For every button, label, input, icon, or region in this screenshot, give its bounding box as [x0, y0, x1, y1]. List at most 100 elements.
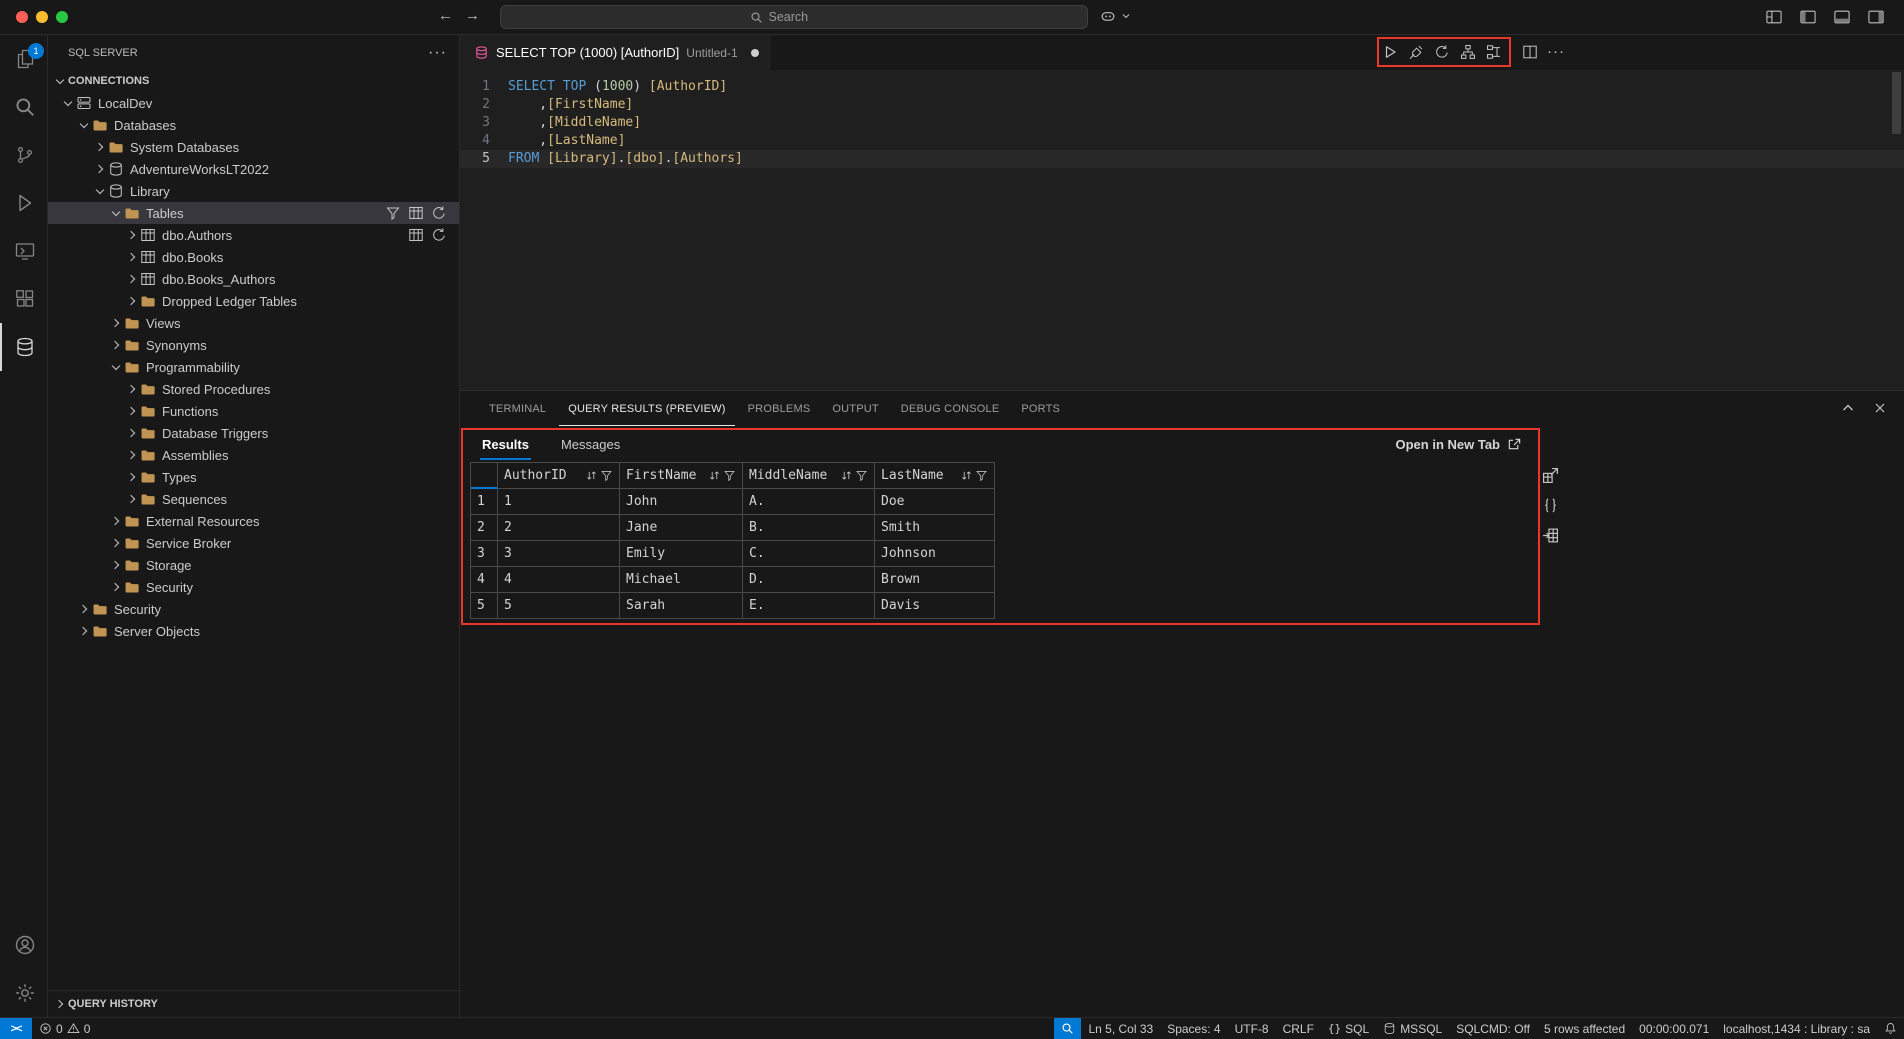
- tree-item-external-resources[interactable]: External Resources: [48, 510, 459, 532]
- results-tab[interactable]: Results: [480, 429, 531, 460]
- tree-item-views[interactable]: Views: [48, 312, 459, 334]
- maximize-window-button[interactable]: [56, 11, 68, 23]
- row-number[interactable]: 5: [471, 593, 498, 619]
- save-as-json-icon[interactable]: [1542, 497, 1559, 514]
- grid-cell[interactable]: 1: [498, 489, 620, 515]
- forward-icon[interactable]: →: [465, 7, 480, 24]
- row-number[interactable]: 4: [471, 567, 498, 593]
- tree-item-security-server[interactable]: Security: [48, 598, 459, 620]
- tree-item-adventureworkslt2022[interactable]: AdventureWorksLT2022: [48, 158, 459, 180]
- refresh-icon[interactable]: [431, 227, 447, 243]
- column-header-middlename[interactable]: MiddleName: [743, 463, 875, 489]
- activity-explorer[interactable]: 1: [0, 35, 47, 83]
- collapse-panel-icon[interactable]: [1840, 400, 1856, 416]
- grid-cell[interactable]: D.: [743, 567, 875, 593]
- tree-item-localdev[interactable]: LocalDev: [48, 92, 459, 114]
- grid-cell[interactable]: Emily: [620, 541, 743, 567]
- sqlcmd-status[interactable]: SQLCMD: Off: [1449, 1018, 1537, 1039]
- table-designer-icon[interactable]: [408, 227, 424, 243]
- sort-icon[interactable]: [708, 469, 721, 482]
- query-plan-button[interactable]: [1484, 42, 1504, 62]
- grid-cell[interactable]: Brown: [875, 567, 995, 593]
- tree-item-tables[interactable]: Tables: [48, 202, 459, 224]
- tree-item-service-broker[interactable]: Service Broker: [48, 532, 459, 554]
- grid-cell[interactable]: Jane: [620, 515, 743, 541]
- tree-item-databases[interactable]: Databases: [48, 114, 459, 136]
- grid-row[interactable]: 3 3 Emily C. Johnson: [471, 541, 995, 567]
- customize-layout-icon[interactable]: [1764, 7, 1784, 27]
- toggle-panel-icon[interactable]: [1832, 7, 1852, 27]
- more-actions-button[interactable]: ···: [1546, 42, 1566, 62]
- section-query-history[interactable]: QUERY HISTORY: [48, 990, 459, 1017]
- tree-item-types[interactable]: Types: [48, 466, 459, 488]
- toggle-secondary-sidebar-icon[interactable]: [1866, 7, 1886, 27]
- activity-settings[interactable]: [0, 969, 47, 1017]
- tree-item-programmability[interactable]: Programmability: [48, 356, 459, 378]
- grid-cell[interactable]: 4: [498, 567, 620, 593]
- tree-item-server-objects[interactable]: Server Objects: [48, 620, 459, 642]
- more-actions-icon[interactable]: ···: [428, 48, 447, 58]
- back-icon[interactable]: ←: [438, 7, 453, 24]
- activity-accounts[interactable]: [0, 921, 47, 969]
- sort-icon[interactable]: [960, 469, 973, 482]
- provider-status[interactable]: MSSQL: [1376, 1018, 1449, 1039]
- row-number[interactable]: 2: [471, 515, 498, 541]
- notifications-button[interactable]: [1877, 1018, 1904, 1039]
- grid-cell[interactable]: Johnson: [875, 541, 995, 567]
- tab-problems[interactable]: PROBLEMS: [739, 391, 820, 426]
- tree-item-dbo-books-authors[interactable]: dbo.Books_Authors: [48, 268, 459, 290]
- sort-icon[interactable]: [585, 469, 598, 482]
- messages-tab[interactable]: Messages: [559, 429, 622, 460]
- grid-row[interactable]: 5 5 Sarah E. Davis: [471, 593, 995, 619]
- close-panel-icon[interactable]: [1872, 400, 1888, 416]
- cursor-position-status[interactable]: Ln 5, Col 33: [1081, 1018, 1160, 1039]
- tree-item-dbo-books[interactable]: dbo.Books: [48, 246, 459, 268]
- row-number[interactable]: 3: [471, 541, 498, 567]
- grid-row[interactable]: 2 2 Jane B. Smith: [471, 515, 995, 541]
- rows-affected-status[interactable]: 5 rows affected: [1537, 1018, 1632, 1039]
- grid-cell[interactable]: B.: [743, 515, 875, 541]
- minimize-window-button[interactable]: [36, 11, 48, 23]
- grid-cell[interactable]: Smith: [875, 515, 995, 541]
- tree-item-database-triggers[interactable]: Database Triggers: [48, 422, 459, 444]
- editor-scrollbar[interactable]: [1892, 72, 1901, 134]
- tree-item-functions[interactable]: Functions: [48, 400, 459, 422]
- tree-item-security-db[interactable]: Security: [48, 576, 459, 598]
- grid-cell[interactable]: John: [620, 489, 743, 515]
- copilot-menu[interactable]: [1098, 6, 1132, 26]
- activity-search[interactable]: [0, 83, 47, 131]
- editor-tab[interactable]: SELECT TOP (1000) [AuthorID] Untitled-1: [460, 35, 770, 70]
- problems-status[interactable]: 0 0: [32, 1018, 97, 1039]
- tree-item-assemblies[interactable]: Assemblies: [48, 444, 459, 466]
- tree-item-dbo-authors[interactable]: dbo.Authors: [48, 224, 459, 246]
- grid-cell[interactable]: Michael: [620, 567, 743, 593]
- table-designer-icon[interactable]: [408, 205, 424, 221]
- activity-source-control[interactable]: [0, 131, 47, 179]
- encoding-status[interactable]: UTF-8: [1228, 1018, 1276, 1039]
- section-connections[interactable]: CONNECTIONS: [48, 70, 459, 92]
- tree-item-storage[interactable]: Storage: [48, 554, 459, 576]
- elapsed-time-status[interactable]: 00:00:00.071: [1632, 1018, 1716, 1039]
- eol-status[interactable]: CRLF: [1276, 1018, 1321, 1039]
- grid-cell[interactable]: Davis: [875, 593, 995, 619]
- estimated-plan-button[interactable]: [1458, 42, 1478, 62]
- grid-cell[interactable]: Sarah: [620, 593, 743, 619]
- change-connection-button[interactable]: [1432, 42, 1452, 62]
- tab-query-results[interactable]: QUERY RESULTS (PREVIEW): [559, 391, 734, 426]
- tab-debug-console[interactable]: DEBUG CONSOLE: [892, 391, 1009, 426]
- run-query-button[interactable]: [1380, 42, 1400, 62]
- filter-icon[interactable]: [385, 205, 401, 221]
- command-center-search[interactable]: [500, 5, 1088, 29]
- column-header-firstname[interactable]: FirstName: [620, 463, 743, 489]
- grid-cell[interactable]: Doe: [875, 489, 995, 515]
- tree-item-stored-procedures[interactable]: Stored Procedures: [48, 378, 459, 400]
- split-editor-button[interactable]: [1520, 42, 1540, 62]
- open-in-new-tab-button[interactable]: Open in New Tab: [1396, 437, 1523, 452]
- row-number[interactable]: 1: [471, 489, 498, 515]
- language-mode-status[interactable]: {} SQL: [1321, 1018, 1376, 1039]
- filter-icon[interactable]: [600, 469, 613, 482]
- tree-item-system-databases[interactable]: System Databases: [48, 136, 459, 158]
- code-editor[interactable]: 1 SELECT TOP (1000) [AuthorID] 2 ,[First…: [460, 70, 1904, 390]
- remote-indicator[interactable]: ><: [0, 1018, 32, 1039]
- column-header-lastname[interactable]: LastName: [875, 463, 995, 489]
